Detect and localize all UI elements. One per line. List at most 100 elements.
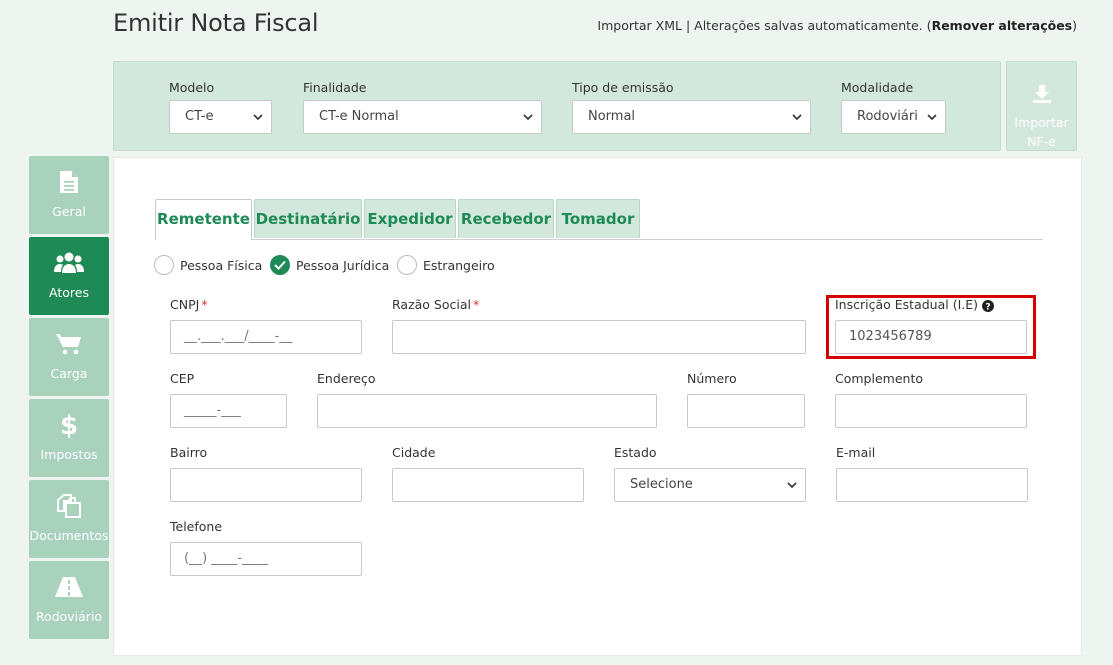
- razao-social-label: Razão Social: [392, 297, 471, 312]
- finalidade-select[interactable]: CT-e Normal: [303, 100, 542, 134]
- nav-item-atores[interactable]: Atores: [29, 237, 109, 315]
- cep-label: CEP: [170, 371, 195, 386]
- check-icon: [274, 260, 286, 270]
- import-nfe-line2: NF-e: [1027, 134, 1056, 149]
- telefone-field: Telefone (__) ____-____: [170, 519, 362, 576]
- complemento-label: Complemento: [835, 371, 923, 386]
- modelo-value: CT-e: [185, 109, 214, 124]
- tab-tomador[interactable]: Tomador: [556, 199, 640, 238]
- autosave-status: Alterações salvas automaticamente.: [694, 18, 923, 33]
- radio-label: Pessoa Física: [180, 257, 263, 273]
- header-actions: Importar XML | Alterações salvas automat…: [597, 18, 1077, 33]
- cidade-input[interactable]: [392, 468, 584, 502]
- page-title: Emitir Nota Fiscal: [113, 9, 319, 37]
- tipo-emissao-label: Tipo de emissão: [572, 80, 674, 95]
- endereco-input[interactable]: [317, 394, 657, 428]
- modelo-label: Modelo: [169, 80, 215, 95]
- cep-input[interactable]: _____-___: [170, 394, 287, 428]
- radio-pessoa-juridica[interactable]: Pessoa Jurídica: [270, 255, 389, 275]
- dollar-icon: $: [60, 411, 78, 442]
- numero-input[interactable]: [687, 394, 805, 428]
- razao-social-field: Razão Social *: [392, 297, 806, 354]
- nav-item-geral[interactable]: Geral: [29, 156, 109, 234]
- cnpj-field: CNPJ * __.___.___/____-__: [170, 297, 362, 354]
- tipo-emissao-value: Normal: [588, 109, 636, 124]
- cidade-field: Cidade: [392, 445, 584, 502]
- estado-label: Estado: [614, 445, 657, 460]
- tab-remetente[interactable]: Remetente: [155, 199, 252, 240]
- bairro-input[interactable]: [170, 468, 362, 502]
- modalidade-value: Rodoviári: [857, 109, 918, 124]
- section-nav: Geral Atores Carga $ Impostos Documentos…: [29, 156, 109, 642]
- remove-close-paren: ): [1072, 18, 1077, 33]
- nav-item-carga[interactable]: Carga: [29, 318, 109, 396]
- tipo-emissao-select[interactable]: Normal: [572, 100, 811, 134]
- endereco-label: Endereço: [317, 371, 376, 386]
- cep-field: CEP _____-___: [170, 371, 287, 428]
- email-field: E-mail: [836, 445, 1028, 502]
- cart-icon: [56, 333, 82, 358]
- required-marker: *: [201, 297, 208, 312]
- finalidade-label: Finalidade: [303, 80, 367, 95]
- nav-label: Impostos: [40, 447, 98, 462]
- email-label: E-mail: [836, 445, 876, 460]
- razao-social-input[interactable]: [392, 320, 806, 354]
- import-xml-link[interactable]: Importar XML: [597, 18, 682, 33]
- actors-panel: Remetente Destinatário Expedidor Recebed…: [113, 157, 1082, 656]
- svg-text:$: $: [60, 411, 78, 439]
- numero-label: Número: [687, 371, 737, 386]
- nav-label: Atores: [49, 285, 89, 300]
- modalidade-select[interactable]: Rodoviári: [841, 100, 946, 134]
- finalidade-value: CT-e Normal: [319, 109, 399, 124]
- numero-field: Número: [687, 371, 805, 428]
- import-nfe-button[interactable]: Importar NF-e: [1006, 61, 1077, 151]
- modelo-group: Modelo CT-e: [169, 80, 272, 134]
- road-icon: [55, 576, 83, 601]
- radio-pessoa-fisica[interactable]: Pessoa Física: [154, 255, 262, 275]
- chevron-down-icon: [927, 101, 937, 133]
- radio-estrangeiro[interactable]: Estrangeiro: [397, 255, 495, 275]
- radio-label: Pessoa Jurídica: [296, 257, 390, 273]
- download-icon: [1032, 85, 1052, 107]
- cidade-label: Cidade: [392, 445, 436, 460]
- telefone-input[interactable]: (__) ____-____: [170, 542, 362, 576]
- import-nfe-line1: Importar: [1014, 115, 1069, 130]
- users-icon: [54, 251, 84, 278]
- finalidade-group: Finalidade CT-e Normal: [303, 80, 542, 134]
- complemento-field: Complemento: [835, 371, 1027, 428]
- modelo-select[interactable]: CT-e: [169, 100, 272, 134]
- complemento-input[interactable]: [835, 394, 1027, 428]
- tab-destinatario[interactable]: Destinatário: [254, 199, 362, 238]
- bairro-field: Bairro: [170, 445, 362, 502]
- nav-item-impostos[interactable]: $ Impostos: [29, 399, 109, 477]
- chevron-down-icon: [253, 101, 263, 133]
- radio-label: Estrangeiro: [423, 257, 495, 273]
- tipo-emissao-group: Tipo de emissão Normal: [572, 80, 811, 134]
- radio-circle: [154, 255, 174, 275]
- chevron-down-icon: [523, 101, 533, 133]
- email-input[interactable]: [836, 468, 1028, 502]
- tab-expedidor[interactable]: Expedidor: [364, 199, 456, 238]
- required-marker: *: [472, 297, 480, 312]
- ie-highlight-box: [826, 295, 1036, 359]
- remove-changes-link[interactable]: Remover alterações: [932, 18, 1073, 33]
- tab-recebedor[interactable]: Recebedor: [458, 199, 554, 238]
- document-settings-bar: Modelo CT-e Finalidade CT-e Normal Tipo …: [113, 61, 1001, 151]
- nav-label: Documentos: [29, 528, 109, 543]
- modalidade-label: Modalidade: [841, 80, 914, 95]
- nav-label: Rodoviário: [35, 609, 103, 624]
- radio-circle: [397, 255, 417, 275]
- estado-value: Selecione: [630, 477, 693, 492]
- actor-tabs: Remetente Destinatário Expedidor Recebed…: [155, 199, 1043, 240]
- cnpj-input[interactable]: __.___.___/____-__: [170, 320, 362, 354]
- nav-label: Geral: [52, 204, 86, 219]
- cnpj-label: CNPJ: [170, 297, 200, 312]
- separator: |: [685, 18, 691, 33]
- estado-field: Estado Selecione: [614, 445, 806, 502]
- estado-select[interactable]: Selecione: [614, 468, 806, 502]
- nav-item-rodoviario[interactable]: Rodoviário: [29, 561, 109, 639]
- copy-icon: [56, 493, 82, 521]
- telefone-label: Telefone: [170, 519, 223, 534]
- nav-item-documentos[interactable]: Documentos: [29, 480, 109, 558]
- nav-label: Carga: [50, 366, 88, 381]
